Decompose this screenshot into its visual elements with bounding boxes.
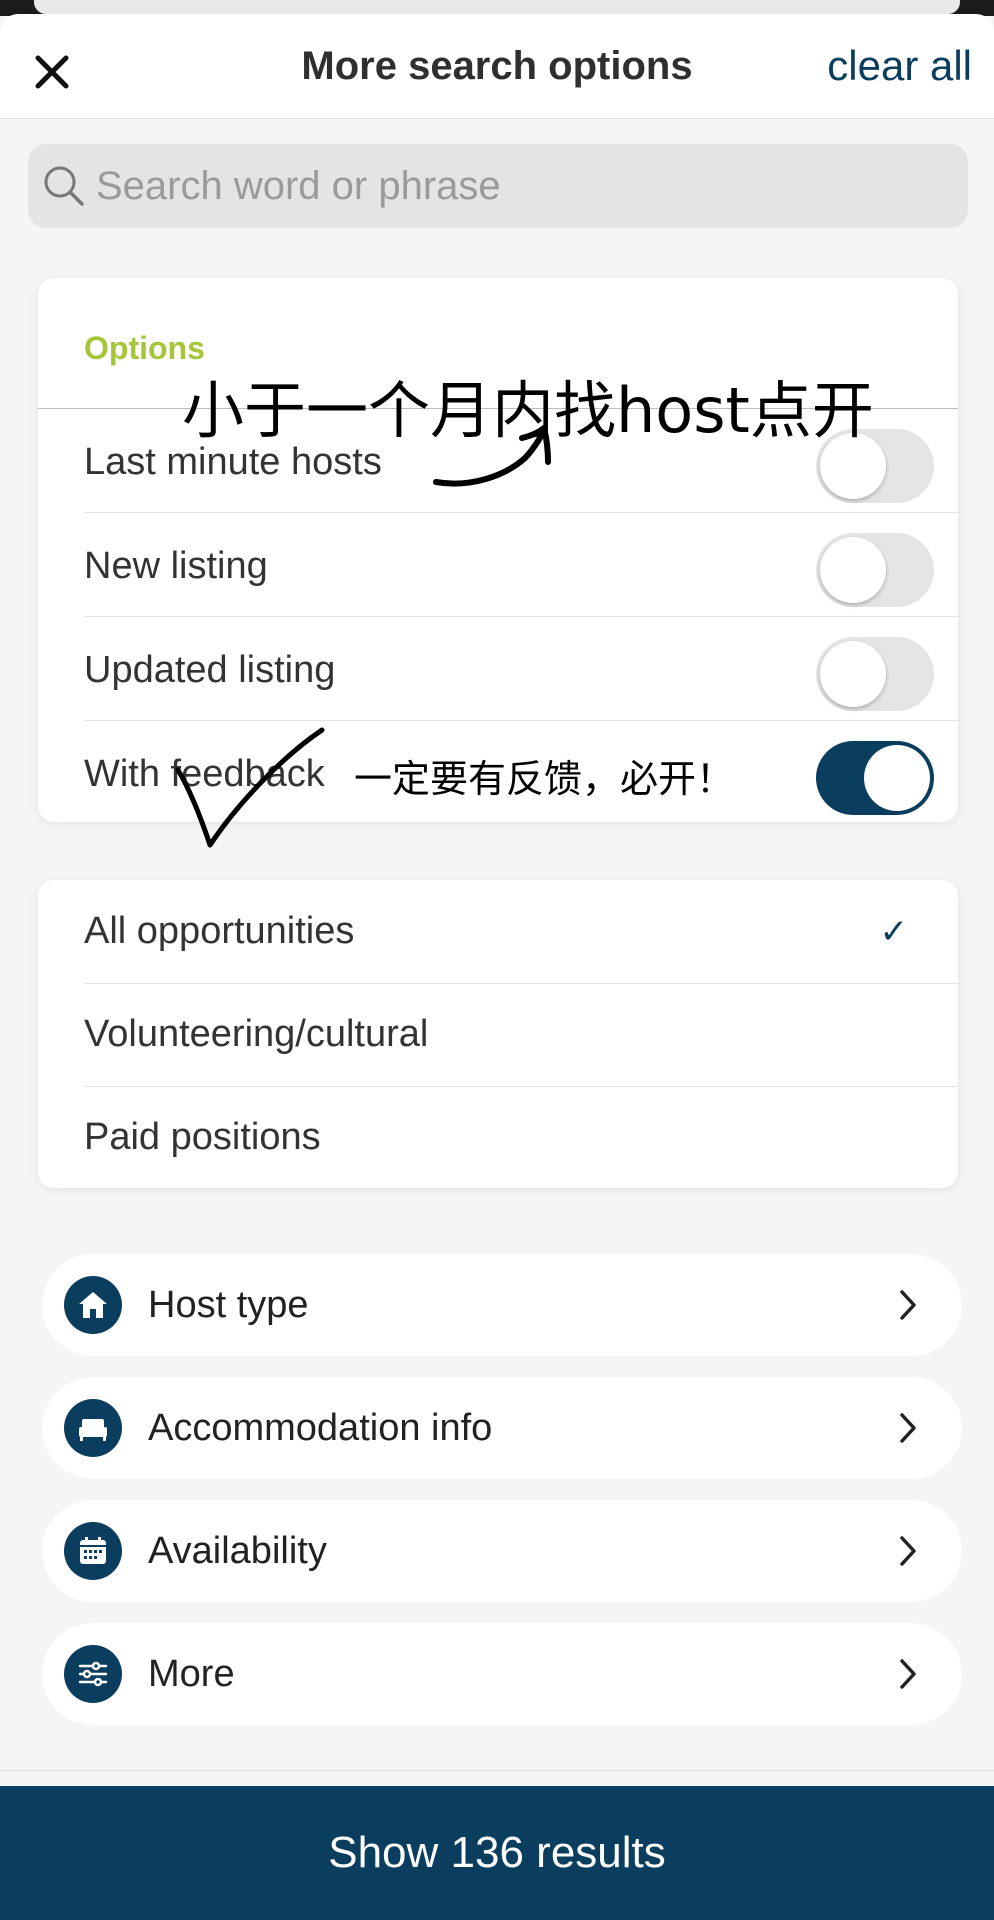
opportunity-label: Volunteering/cultural	[84, 1013, 429, 1055]
toggle-knob	[820, 537, 886, 603]
sliders-icon	[64, 1645, 122, 1703]
search-input[interactable]	[96, 144, 946, 228]
opportunities-card: All opportunities ✓ Volunteering/cultura…	[38, 880, 958, 1188]
filter-availability[interactable]: Availability	[42, 1500, 962, 1602]
opportunity-paid[interactable]: Paid positions	[84, 1086, 958, 1188]
new-listing-toggle[interactable]	[816, 533, 934, 607]
updated-listing-toggle[interactable]	[816, 637, 934, 711]
handwritten-note-last-minute: 小于一个月内找host点开	[182, 374, 874, 447]
chevron-right-icon	[900, 1413, 916, 1443]
search-bar[interactable]	[28, 144, 968, 228]
background-sheet-edge	[34, 0, 960, 14]
filter-label: More	[148, 1653, 235, 1695]
option-row-updated-listing: Updated listing	[84, 617, 958, 721]
with-feedback-toggle[interactable]	[816, 741, 934, 815]
option-label: Updated listing	[84, 649, 336, 691]
chevron-right-icon	[900, 1536, 916, 1566]
chevron-right-icon	[900, 1290, 916, 1320]
opportunity-all[interactable]: All opportunities ✓	[84, 880, 958, 984]
show-results-button[interactable]: Show 136 results	[0, 1786, 994, 1920]
filter-host-type[interactable]: Host type	[42, 1254, 962, 1356]
checkmark-icon: ✓	[879, 913, 909, 951]
filter-label: Availability	[148, 1530, 327, 1572]
filter-label: Host type	[148, 1284, 309, 1326]
option-label: With feedback	[84, 753, 325, 795]
header-bar: More search options clear all	[0, 14, 994, 119]
bed-icon	[64, 1399, 122, 1457]
home-icon	[64, 1276, 122, 1334]
toggle-knob	[820, 641, 886, 707]
chevron-right-icon	[900, 1659, 916, 1689]
opportunity-label: All opportunities	[84, 910, 355, 952]
filter-accommodation-info[interactable]: Accommodation info	[42, 1377, 962, 1479]
toggle-knob	[864, 745, 930, 811]
search-icon	[44, 166, 84, 206]
option-row-new-listing: New listing	[84, 513, 958, 617]
handwritten-note-feedback: 一定要有反馈，必开！	[354, 757, 735, 801]
filter-more[interactable]: More	[42, 1623, 962, 1725]
filter-label: Accommodation info	[148, 1407, 493, 1449]
calendar-icon	[64, 1522, 122, 1580]
opportunity-volunteering[interactable]: Volunteering/cultural	[84, 983, 958, 1087]
divider	[0, 1770, 994, 1771]
opportunity-label: Paid positions	[84, 1116, 321, 1158]
option-label: New listing	[84, 545, 268, 587]
clear-all-button[interactable]: clear all	[827, 42, 972, 90]
